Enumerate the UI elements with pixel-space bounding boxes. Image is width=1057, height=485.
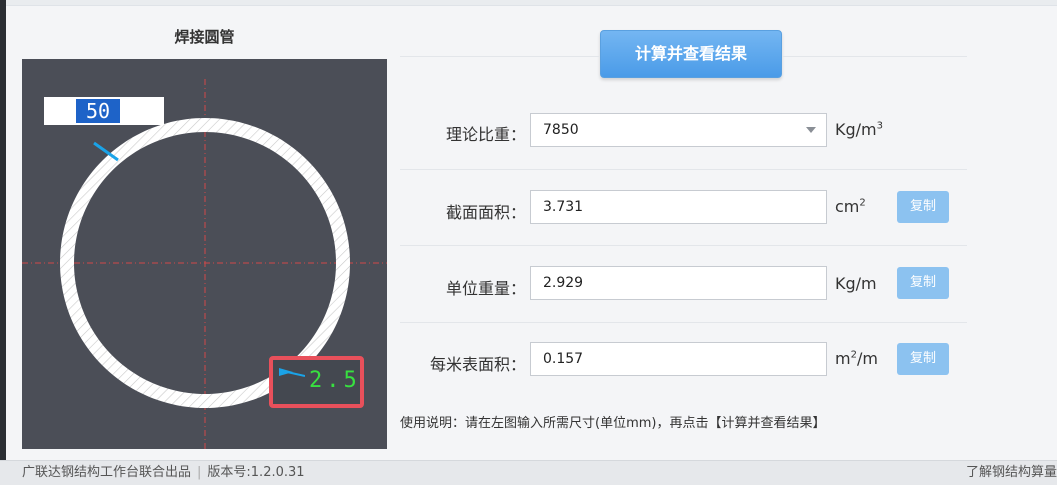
divider-top-right	[782, 56, 967, 57]
footer-publisher: 广联达钢结构工作台联合出品	[22, 465, 192, 480]
divider-2	[400, 245, 967, 246]
calculate-button[interactable]: 计算并查看结果	[600, 30, 782, 78]
copy-unit-weight-button[interactable]: 复制	[897, 267, 949, 299]
unit-weight-field[interactable]: 2.929	[530, 266, 827, 300]
footer-version: 版本号:1.2.0.31	[207, 465, 305, 480]
divider-top-left	[400, 56, 600, 57]
section-area-unit: cm2	[835, 197, 866, 216]
density-value: 7850	[543, 122, 579, 138]
section-area-label: 截面面积：	[445, 203, 526, 222]
shape-title: 焊接圆管	[174, 28, 235, 46]
surface-area-field[interactable]: 0.157	[530, 342, 827, 376]
copy-surface-area-button[interactable]: 复制	[897, 343, 949, 375]
density-select[interactable]: 7850	[530, 113, 827, 147]
usage-note: 使用说明：请在左图输入所需尺寸(单位mm)，再点击【计算并查看结果】	[400, 416, 826, 431]
surface-area-label: 每米表面积：	[429, 355, 526, 374]
unit-weight-unit: Kg/m	[835, 274, 877, 293]
surface-area-unit: m2/m	[835, 349, 878, 368]
thickness-input[interactable]: 2.5	[269, 356, 364, 408]
section-area-field[interactable]: 3.731	[530, 190, 827, 224]
learn-more-link[interactable]: 了解钢结构算量	[966, 461, 1057, 485]
thickness-value: 2.5	[309, 368, 361, 393]
outer-diameter-input[interactable]: 50	[44, 97, 164, 125]
section-area-value: 3.731	[543, 199, 584, 215]
footer-credits: 广联达钢结构工作台联合出品 | 版本号:1.2.0.31	[22, 461, 305, 485]
dropdown-caret-icon	[806, 127, 816, 133]
copy-section-area-button[interactable]: 复制	[897, 191, 949, 223]
results-panel: 计算并查看结果 理论比重： 7850 Kg/m3 截面面积： 3.731 cm2…	[400, 0, 1057, 460]
divider-1	[400, 169, 967, 170]
outer-diameter-value: 50	[76, 99, 120, 123]
footer-separator: |	[197, 465, 202, 480]
drawing-canvas: 50 2.5	[22, 59, 387, 449]
unit-weight-value: 2.929	[543, 275, 584, 291]
status-bar: 广联达钢结构工作台联合出品 | 版本号:1.2.0.31 了解钢结构算量	[0, 460, 1057, 485]
surface-area-value: 0.157	[543, 351, 584, 367]
thickness-leader-icon	[279, 368, 305, 377]
divider-3	[400, 322, 967, 323]
density-unit: Kg/m3	[835, 120, 883, 139]
window-left-edge	[0, 0, 6, 460]
density-label: 理论比重：	[445, 125, 526, 144]
unit-weight-label: 单位重量：	[445, 279, 526, 298]
